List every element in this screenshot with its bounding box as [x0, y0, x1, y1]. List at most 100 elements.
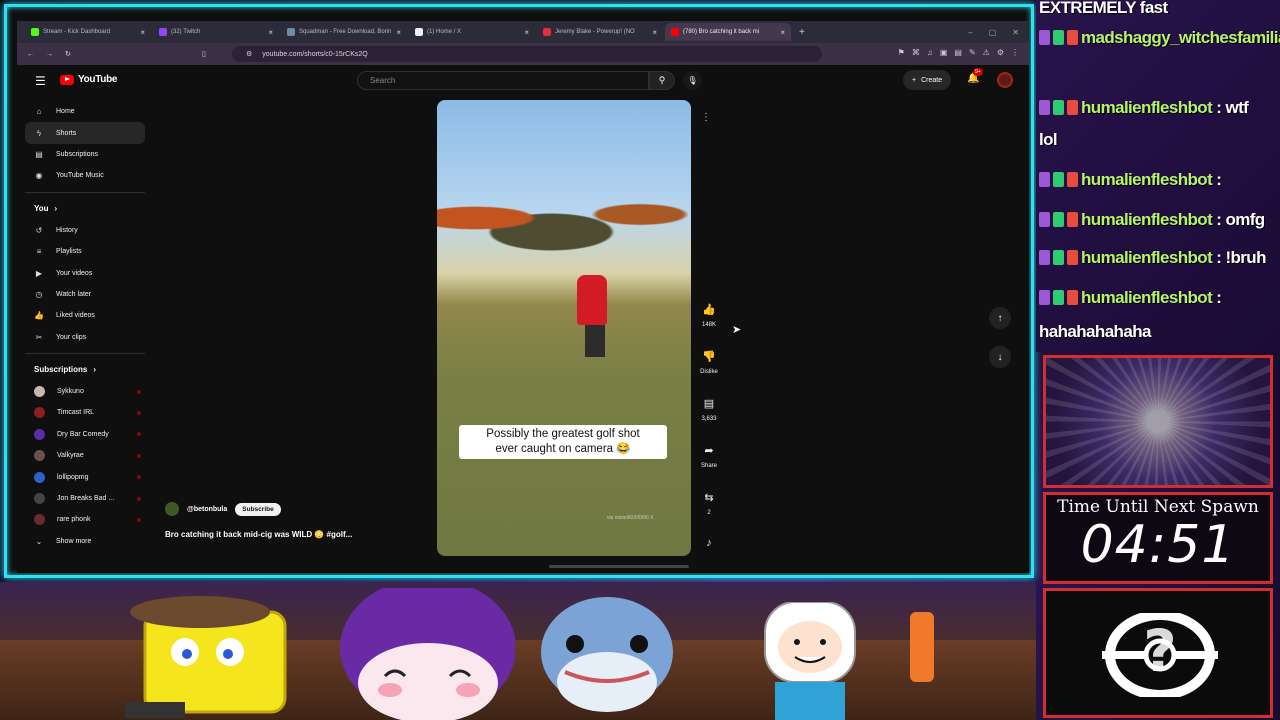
maximize-icon[interactable]: ▢ — [989, 28, 997, 37]
sidebar-item-your-clips[interactable]: ✂ Your clips — [25, 327, 145, 348]
extension-icon[interactable]: ▣ — [940, 48, 948, 57]
sound-icon: ♪ — [706, 537, 712, 549]
chat-badge-icon — [1067, 172, 1078, 187]
dislike-button[interactable]: 👎 Dislike — [689, 350, 729, 375]
channel-avatar — [34, 493, 45, 505]
chat-panel: EXTREMELY fast madshaggy_witchesfamiliar … — [1036, 0, 1280, 352]
hamburger-menu-icon[interactable]: ☰ — [35, 74, 46, 88]
sidebar-item-label: Playlists — [56, 248, 82, 256]
tab-bar: Stream - Kick Dashboard × (32) Twitch × Squa… — [17, 21, 1029, 43]
extension-icon[interactable]: ⚑ — [898, 48, 905, 57]
bookmark-icon[interactable]: ▯ — [202, 50, 206, 58]
sidebar-item-watch-later[interactable]: ◷ Watch later — [25, 284, 145, 305]
subscription-item[interactable]: Timcast IRL — [25, 402, 145, 423]
close-tab-icon[interactable]: × — [140, 28, 145, 37]
new-tab-icon[interactable]: + — [793, 27, 811, 38]
site-info-icon[interactable]: ⚙ — [246, 50, 252, 58]
previous-video-button[interactable]: ↑ — [989, 307, 1011, 329]
subscription-item[interactable]: Jon Breaks Bad ... — [25, 488, 145, 509]
close-tab-icon[interactable]: × — [268, 28, 273, 37]
channel-avatar[interactable] — [165, 502, 179, 516]
sidebar-item-your-videos[interactable]: ▶ Your videos — [25, 262, 145, 283]
browser-tab[interactable]: (780) Bro catching it back mi × — [665, 23, 791, 41]
svg-text:?: ? — [1143, 617, 1177, 685]
sidebar-item-home[interactable]: ⌂ Home — [25, 101, 145, 122]
youtube-logo[interactable]: YouTube — [60, 74, 118, 85]
comments-button[interactable]: ▤ 3,633 — [689, 397, 729, 422]
browser-tab[interactable]: (32) Twitch × — [153, 23, 279, 41]
extension-icon[interactable]: ♫ — [927, 48, 933, 57]
audio-visualizer — [1043, 355, 1273, 488]
live-dot-icon — [137, 453, 141, 458]
subscribe-button[interactable]: Subscribe — [235, 502, 281, 516]
sidebar-item-subscriptions[interactable]: ▤ Subscriptions — [25, 144, 145, 165]
close-tab-icon[interactable]: × — [652, 28, 657, 37]
subscription-item[interactable]: Valkyrae — [25, 445, 145, 466]
browser-tab[interactable]: Stream - Kick Dashboard × — [25, 23, 151, 41]
sidebar-item-playlists[interactable]: ≡ Playlists — [25, 241, 145, 262]
extension-icon[interactable]: ✎ — [969, 48, 976, 57]
browser-tab[interactable]: Jeremy Blake - Powerup! (NO × — [537, 23, 663, 41]
remix-button[interactable]: ⇆ 2 — [689, 491, 729, 516]
you-section-header[interactable]: You › — [25, 198, 145, 220]
subscription-item[interactable]: lollipopmg — [25, 466, 145, 487]
short-video-player[interactable]: Possibly the greatest golf shot ever cau… — [437, 100, 691, 556]
caption-line-2: ever caught on camera 😂 — [495, 443, 631, 455]
close-tab-icon[interactable]: × — [396, 28, 401, 37]
next-video-button[interactable]: ↓ — [989, 346, 1011, 368]
search-input[interactable]: Search — [357, 71, 649, 90]
chat-text: : omfg — [1216, 210, 1265, 229]
close-tab-icon[interactable]: × — [780, 28, 785, 37]
close-window-icon[interactable]: ✕ — [1012, 28, 1019, 37]
sidebar-item-liked-videos[interactable]: 👍 Liked videos — [25, 305, 145, 326]
extension-icon[interactable]: ⚠ — [983, 48, 990, 57]
tab-favicon-icon — [415, 28, 423, 36]
show-more-button[interactable]: ⌄ Show more — [25, 531, 145, 552]
extension-icon[interactable]: ⌘ — [912, 48, 920, 57]
forward-icon[interactable]: → — [46, 51, 53, 58]
chat-message: humalienfleshbot : — [1039, 170, 1222, 190]
sidebar-item-label: Subscriptions — [56, 150, 99, 158]
sidebar-item-label: Your clips — [56, 333, 87, 341]
video-title[interactable]: Bro catching it back mid-cig was WILD 😳 … — [165, 530, 405, 539]
chat-badge-icon — [1053, 172, 1064, 187]
create-button[interactable]: + Create — [903, 70, 952, 90]
chat-message: hahahahahaha — [1039, 322, 1151, 342]
voice-search-button[interactable]: 🎙 — [683, 71, 702, 90]
extension-icon[interactable]: ⚙ — [997, 48, 1004, 57]
like-button[interactable]: 👍 148K — [689, 303, 729, 328]
avatar[interactable] — [997, 72, 1013, 88]
subscription-item[interactable]: Sykkuno — [25, 381, 145, 402]
sidebar-item-history[interactable]: ↺ History — [25, 220, 145, 241]
back-icon[interactable]: ← — [27, 51, 34, 58]
scrollbar[interactable] — [549, 565, 689, 568]
search-button[interactable]: ⚲ — [649, 71, 675, 90]
close-tab-icon[interactable]: × — [524, 28, 529, 37]
channel-avatar — [34, 450, 45, 462]
browser-tab[interactable]: (1) Home / X × — [409, 23, 535, 41]
playlists-icon: ≡ — [36, 247, 42, 257]
purple-hair-character — [340, 588, 515, 720]
subscription-item[interactable]: Dry Bar Comedy — [25, 424, 145, 445]
channel-avatar — [34, 514, 45, 526]
subscription-item[interactable]: rare phonk — [25, 509, 145, 530]
chat-username: humalienfleshbot — [1081, 210, 1213, 229]
browser-window: Stream - Kick Dashboard × (32) Twitch × Squa… — [4, 4, 1034, 578]
tab-label: Jeremy Blake - Powerup! (NO — [555, 29, 635, 35]
subscriptions-section-header[interactable]: Subscriptions › — [25, 359, 145, 381]
sidebar-item-youtube-music[interactable]: ◉ YouTube Music — [25, 165, 145, 186]
sound-avatar[interactable]: ♪ — [689, 537, 729, 555]
browser-tab[interactable]: Squadman - Free Download, Borin × — [281, 23, 407, 41]
extension-icon[interactable]: ▤ — [954, 48, 962, 57]
menu-icon[interactable]: ⋮ — [1011, 48, 1019, 57]
channel-name[interactable]: @betonbula — [187, 506, 227, 513]
reload-icon[interactable]: ↻ — [65, 50, 71, 58]
more-options-icon[interactable]: ⋮ — [701, 112, 711, 123]
url-field[interactable]: ▯ ⚙ youtube.com/shorts/c0-15rCKs2Q — [202, 46, 822, 62]
sidebar-item-shorts[interactable]: ϟ Shorts — [25, 122, 145, 144]
chat-badge-icon — [1039, 212, 1050, 227]
minimize-icon[interactable]: – — [968, 28, 972, 37]
share-button[interactable]: ➦ Share — [689, 444, 729, 469]
your-videos-icon: ▶ — [35, 268, 43, 278]
tab-label: Stream - Kick Dashboard — [43, 29, 111, 35]
